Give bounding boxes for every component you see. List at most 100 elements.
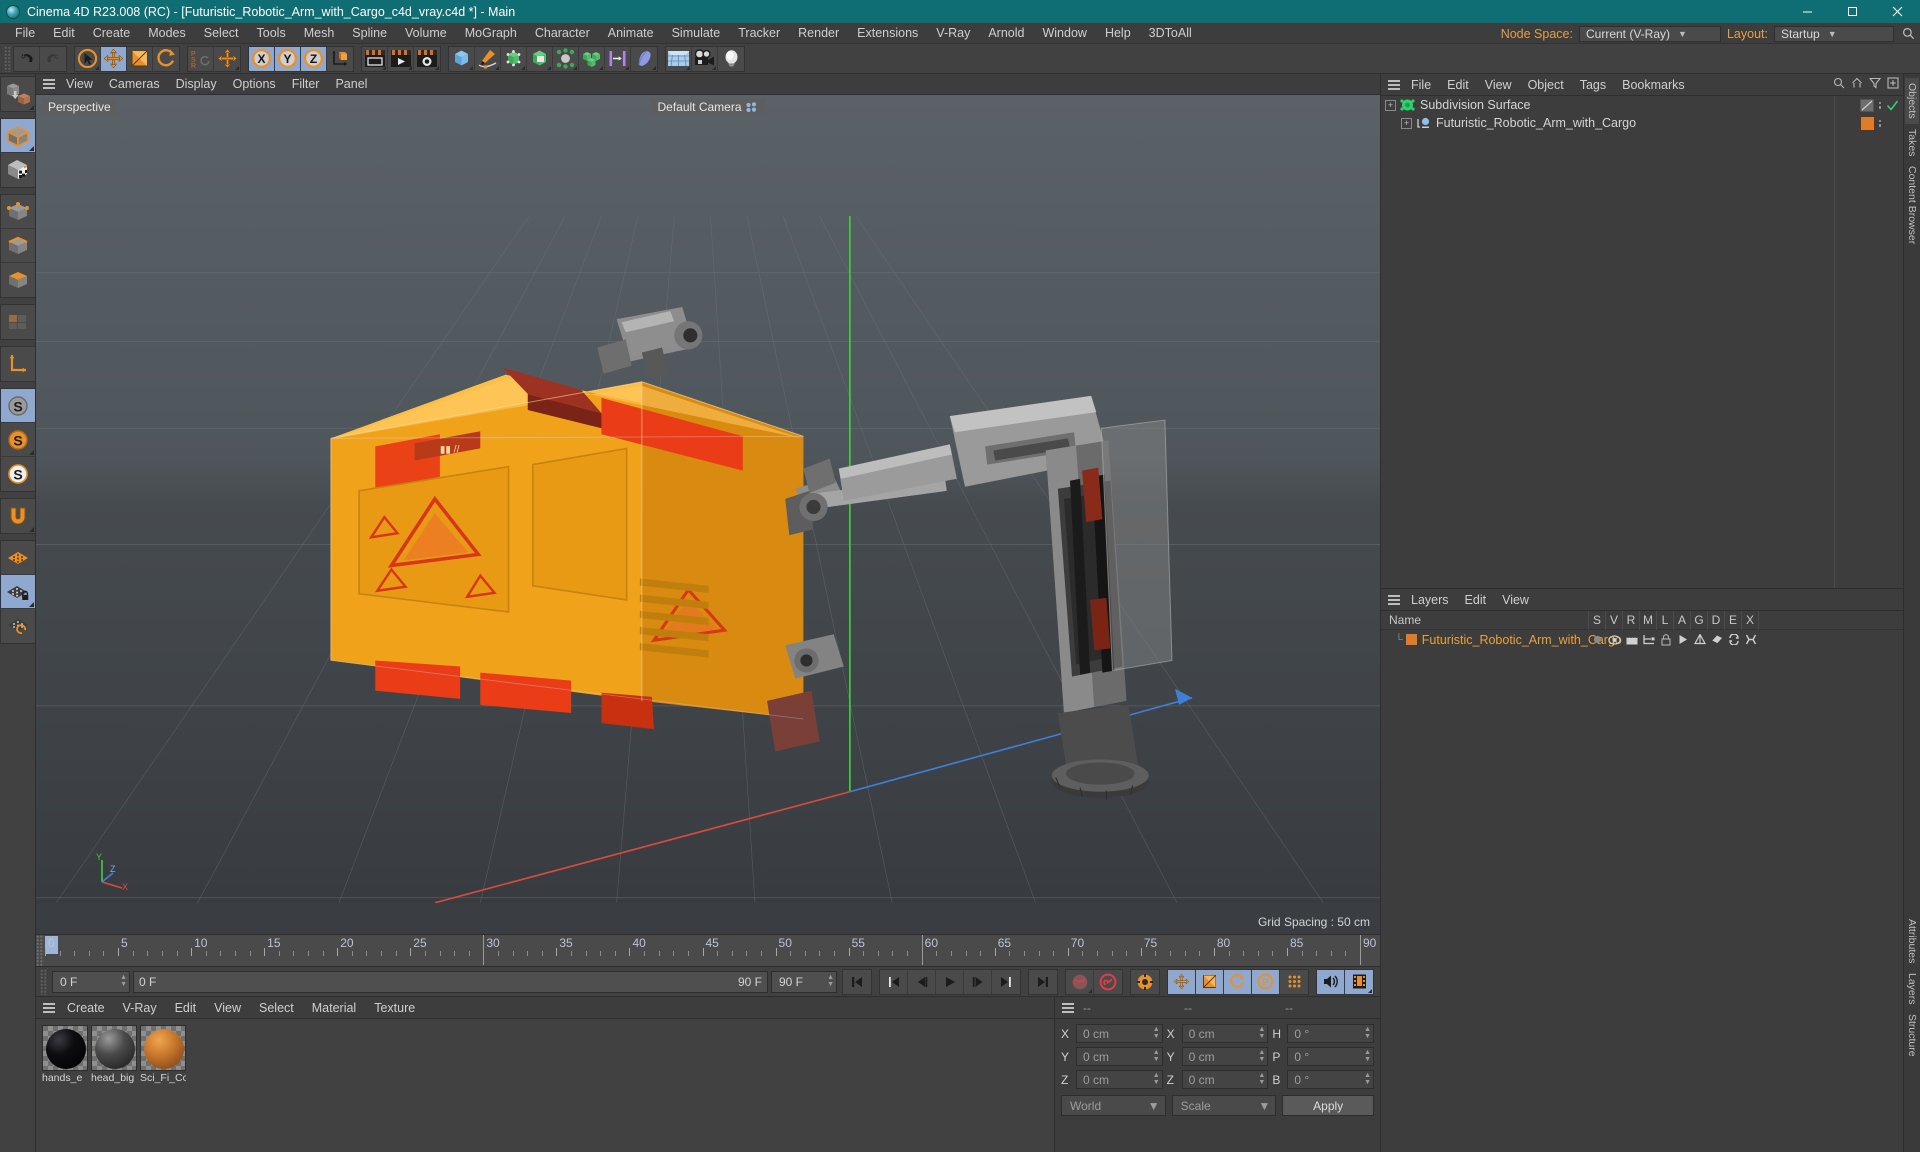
material-item[interactable]: head_big <box>91 1025 137 1084</box>
material-menu-view[interactable]: View <box>205 999 250 1017</box>
material-item[interactable]: hands_e <box>42 1025 88 1084</box>
lock-icon[interactable] <box>1657 633 1674 646</box>
object-menu-object[interactable]: Object <box>1520 76 1572 94</box>
add-nurbs-generator[interactable] <box>501 46 527 71</box>
render-icon[interactable] <box>1623 635 1640 645</box>
object-row-futuristic-robotic-arm[interactable]: + Futuristic_Robotic_Arm_with_Cargo <box>1381 114 1903 132</box>
autokeying-button[interactable] <box>1094 970 1122 994</box>
coord-input-size-x[interactable]: 0 cm ▲ ▼ <box>1181 1024 1269 1043</box>
add-scene-element[interactable] <box>605 46 631 71</box>
add-field[interactable] <box>631 46 657 71</box>
object-menu-view[interactable]: View <box>1477 76 1520 94</box>
viewport-menu-panel[interactable]: Panel <box>327 75 375 93</box>
select-tool[interactable] <box>75 46 101 71</box>
menu-item-3dtoall[interactable]: 3DToAll <box>1140 24 1201 42</box>
object-manager-hamburger-icon[interactable] <box>1385 78 1403 92</box>
home-icon[interactable] <box>1851 77 1863 92</box>
search-icon[interactable] <box>1900 26 1916 42</box>
play-button[interactable] <box>936 969 964 994</box>
apply-button[interactable]: Apply <box>1282 1095 1375 1116</box>
material-menu-select[interactable]: Select <box>250 999 303 1017</box>
menu-item-modes[interactable]: Modes <box>139 24 195 42</box>
layer-menu-view[interactable]: View <box>1494 591 1537 609</box>
layer-menu-layers[interactable]: Layers <box>1403 591 1457 609</box>
rotate-tool[interactable] <box>153 46 179 71</box>
coord-input-pos-x[interactable]: 0 cm ▲ ▼ <box>1076 1024 1163 1043</box>
filter-icon[interactable] <box>1868 77 1882 92</box>
record-pla-toggle[interactable] <box>1280 970 1308 994</box>
menu-item-extensions[interactable]: Extensions <box>848 24 927 42</box>
material-menu-hamburger-icon[interactable] <box>40 1001 58 1015</box>
phong-tag-icon[interactable] <box>1859 98 1874 112</box>
spinner-icon[interactable]: ▲ ▼ <box>1258 1049 1265 1063</box>
spinner-icon[interactable]: ▲ ▼ <box>1364 1072 1371 1086</box>
spinner-icon[interactable]: ▲ ▼ <box>1153 1072 1160 1086</box>
workplane-grid[interactable] <box>1 541 35 575</box>
viewport-menu-cameras[interactable]: Cameras <box>101 75 168 93</box>
spinner-icon[interactable]: ▲ ▼ <box>1258 1026 1265 1040</box>
step-forward-button[interactable] <box>964 969 992 994</box>
expand-toggle-icon[interactable]: + <box>1385 99 1396 111</box>
spinner-icon[interactable]: ▲ ▼ <box>1153 1026 1160 1040</box>
max-frame-field[interactable]: 90 F ▲ ▼ <box>771 970 837 993</box>
add-mograph-cloner[interactable] <box>579 46 605 71</box>
spinner-icon[interactable]: ▲ ▼ <box>1153 1049 1160 1063</box>
eye-icon[interactable] <box>1606 634 1623 645</box>
generator-icon[interactable] <box>1691 634 1708 645</box>
layer-color-swatch[interactable] <box>1405 634 1417 645</box>
axis-mode[interactable] <box>1 347 35 381</box>
coordinates-hamburger-icon[interactable] <box>1059 1001 1077 1015</box>
world-object-coordinates[interactable] <box>327 46 353 71</box>
material-menu-create[interactable]: Create <box>58 999 114 1017</box>
menu-item-arnold[interactable]: Arnold <box>979 24 1033 42</box>
expression-icon[interactable] <box>1725 634 1742 645</box>
go-to-start-button[interactable] <box>843 970 871 994</box>
rail-tab-objects[interactable]: Objects <box>1905 78 1919 124</box>
menu-item-create[interactable]: Create <box>84 24 140 42</box>
scale-tool[interactable] <box>127 46 153 71</box>
coord-input-rot-b[interactable]: 0 ° ▲ ▼ <box>1287 1070 1375 1089</box>
material-menu-vray[interactable]: V-Ray <box>114 999 166 1017</box>
menu-item-character[interactable]: Character <box>526 24 599 42</box>
add-cube-object[interactable] <box>449 46 475 71</box>
menu-item-edit[interactable]: Edit <box>44 24 84 42</box>
spinner-icon[interactable]: ▲ ▼ <box>1364 1049 1371 1063</box>
coord-input-rot-p[interactable]: 0 ° ▲ ▼ <box>1287 1047 1375 1066</box>
add-spline[interactable] <box>475 46 501 71</box>
coord-input-rot-h[interactable]: 0 ° ▲ ▼ <box>1287 1024 1375 1043</box>
layer-menu-edit[interactable]: Edit <box>1457 591 1495 609</box>
lock-z-axis[interactable]: Z <box>301 46 327 71</box>
toolbar-grip[interactable] <box>4 45 11 72</box>
record-active-objects-button[interactable] <box>1066 969 1094 994</box>
coord-input-pos-z[interactable]: 0 cm ▲ ▼ <box>1076 1070 1163 1089</box>
timeline-grip[interactable] <box>36 935 44 966</box>
workplane-snap[interactable]: S <box>1 457 35 491</box>
go-to-end-button[interactable] <box>1029 970 1057 994</box>
record-parameter-toggle[interactable]: P <box>1252 969 1280 994</box>
texture-mode[interactable] <box>1 153 35 187</box>
coordinate-system-dropdown[interactable]: World ▼ <box>1061 1095 1166 1116</box>
viewport-menu-options[interactable]: Options <box>225 75 284 93</box>
record-position-toggle[interactable] <box>1168 969 1196 994</box>
enable-snap[interactable]: S <box>1 423 35 457</box>
material-item[interactable]: Sci_Fi_Co <box>140 1025 186 1084</box>
uv-mode[interactable] <box>1 305 35 339</box>
magnet-tool[interactable] <box>1 499 35 533</box>
object-menu-file[interactable]: File <box>1403 76 1439 94</box>
viewport-menu-display[interactable]: Display <box>168 75 225 93</box>
go-to-previous-keyframe-button[interactable] <box>880 969 908 994</box>
coord-input-size-y[interactable]: 0 cm ▲ ▼ <box>1181 1047 1269 1066</box>
rail-tab-takes[interactable]: Takes <box>1905 124 1919 161</box>
material-thumbnail[interactable] <box>42 1025 88 1071</box>
points-mode[interactable] <box>1 195 35 229</box>
material-menu-texture[interactable]: Texture <box>365 999 424 1017</box>
timeline-track[interactable]: 0 5 10 15 20 25 30 35 40 45 50 55 60 65 70 75 80 85 90 <box>45 935 1376 966</box>
menu-item-mesh[interactable]: Mesh <box>295 24 344 42</box>
psr-button[interactable]: PSR <box>188 46 214 71</box>
menu-item-simulate[interactable]: Simulate <box>663 24 730 42</box>
xpresso-icon[interactable] <box>1742 634 1759 645</box>
rail-tab-attributes[interactable]: Attributes <box>1905 914 1919 968</box>
enable-axis-snap[interactable]: S <box>1 389 35 423</box>
render-to-picture-viewer[interactable] <box>388 46 414 71</box>
coord-input-size-z[interactable]: 0 cm ▲ ▼ <box>1181 1070 1269 1089</box>
